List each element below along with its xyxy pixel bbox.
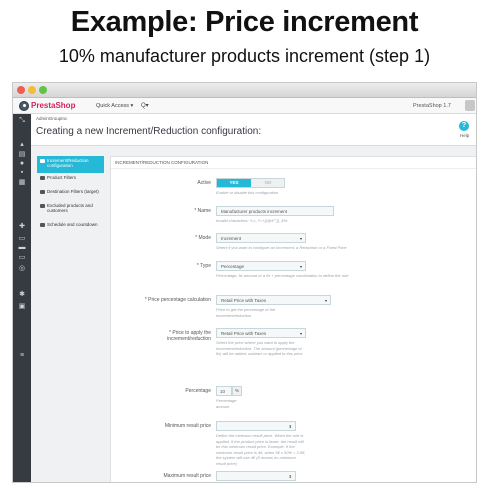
type-select[interactable]: Percentage ▾ xyxy=(216,261,306,271)
prestashop-logo-text[interactable]: PrestaShop xyxy=(31,101,75,110)
apply-label: * Price to apply the increment/reduction xyxy=(167,330,211,342)
active-yes-option[interactable]: YES xyxy=(217,179,251,187)
calc-select[interactable]: Retail Price with Taxes ▾ xyxy=(216,295,331,305)
apply-select[interactable]: Retail Price with Taxes ▾ xyxy=(216,328,306,338)
modules-icon[interactable]: ✚ xyxy=(18,223,26,230)
chevron-down-icon: ▾ xyxy=(299,264,302,269)
apply-help: Select the price where you want to apply… xyxy=(216,340,304,356)
search-icon[interactable]: Q▾ xyxy=(141,102,149,109)
max-price-label: Maximum result price xyxy=(163,473,211,479)
target-icon xyxy=(40,190,45,194)
panel-heading: INCREMENT/REDUCTION CONFIGURATION xyxy=(115,160,209,165)
name-label: * Name xyxy=(194,208,211,214)
tab-product-filters[interactable]: Product Filters xyxy=(37,173,104,187)
browser-window: PrestaShop Quick Access ▾ Q▾ PrestaShop … xyxy=(12,82,477,483)
customers-icon[interactable]: ● xyxy=(18,160,26,167)
active-label: Active xyxy=(197,180,211,186)
page-header: AdminGroupInc Creating a new Increment/R… xyxy=(31,114,476,146)
admin-sidebar: ⤡ ▴ ▤ ● ▪ ▦ ✚ ▭ ▬ ▭ ◎ ✱ ▣ ≡ xyxy=(13,114,31,482)
settings-gear-icon[interactable]: ✱ xyxy=(18,291,26,298)
advanced-icon[interactable]: ▣ xyxy=(18,303,26,310)
calc-value: Retail Price with Taxes xyxy=(221,298,267,303)
percentage-help: Percentage amount xyxy=(216,398,237,409)
tab-label: Destination Filters (target) xyxy=(47,189,99,194)
percent-addon: % xyxy=(232,386,242,396)
help-label[interactable]: Help xyxy=(460,133,469,138)
min-price-label: Minimum result price xyxy=(164,423,211,429)
percentage-label: Percentage xyxy=(185,388,211,394)
tab-destination-filters[interactable]: Destination Filters (target) xyxy=(37,187,104,201)
breadcrumb[interactable]: AdminGroupInc xyxy=(36,116,67,121)
name-input[interactable]: Manufacturer products increment xyxy=(216,206,334,216)
banner-header: Example: Price increment 10% manufacture… xyxy=(0,0,489,80)
tab-label: Increment/Reduction configuration xyxy=(47,158,89,168)
design-icon[interactable]: ▭ xyxy=(18,235,26,242)
tab-excluded-products[interactable]: Excluded products and customers xyxy=(37,201,104,220)
mode-label: * Mode xyxy=(195,235,211,241)
maximize-window-button[interactable] xyxy=(39,86,47,94)
messages-icon[interactable]: ▪ xyxy=(18,169,26,176)
payment-icon[interactable]: ▭ xyxy=(18,254,26,261)
min-price-help: Define the minimum result price. When th… xyxy=(216,433,306,466)
mode-help: Select if you want to configure an Incre… xyxy=(216,245,347,250)
tab-increment-reduction[interactable]: Increment/Reduction configuration xyxy=(37,156,104,173)
panel-divider xyxy=(111,168,476,169)
list-icon xyxy=(40,204,45,208)
mode-value: Increment xyxy=(221,236,242,241)
menu-icon[interactable]: ≡ xyxy=(18,352,26,359)
config-panel: INCREMENT/REDUCTION CONFIGURATION Active… xyxy=(110,156,476,482)
shipping-icon[interactable]: ▬ xyxy=(18,244,26,251)
stats-icon[interactable]: ▦ xyxy=(18,179,26,186)
calc-label: * Price percentage calculation xyxy=(144,297,211,303)
main-content: AdminGroupInc Creating a new Increment/R… xyxy=(31,114,476,482)
chevron-down-icon: ▾ xyxy=(299,331,302,336)
quick-access-menu[interactable]: Quick Access ▾ xyxy=(96,103,133,109)
admin-topbar: PrestaShop Quick Access ▾ Q▾ PrestaShop … xyxy=(13,98,476,114)
dashboard-icon[interactable]: ▴ xyxy=(18,141,26,148)
name-help: Invalid characters: !<>,;?=+()@#"°{}_$%: xyxy=(216,218,289,223)
page-title: Creating a new Increment/Reduction confi… xyxy=(36,126,262,137)
close-window-button[interactable] xyxy=(17,86,25,94)
active-toggle[interactable]: YES NO xyxy=(216,178,285,188)
mode-select[interactable]: Increment ▾ xyxy=(216,233,306,243)
tab-schedule[interactable]: Schedule and countdown xyxy=(37,220,104,234)
apply-value: Retail Price with Taxes xyxy=(221,331,267,336)
calc-help: Price to get the percentage of the incre… xyxy=(216,307,276,318)
type-label: * Type xyxy=(196,263,211,269)
active-help: Enable or disable this configuration xyxy=(216,190,279,195)
prestashop-logo-icon[interactable] xyxy=(19,101,29,111)
window-titlebar xyxy=(13,83,476,98)
help-icon[interactable]: ? xyxy=(459,121,469,131)
orders-icon[interactable]: ▤ xyxy=(18,151,26,158)
active-no-option[interactable]: NO xyxy=(251,179,285,187)
stepper-icon[interactable]: ⬍ xyxy=(289,424,292,429)
international-icon[interactable]: ◎ xyxy=(18,265,26,272)
stepper-icon[interactable]: ⬍ xyxy=(289,474,292,479)
chevron-down-icon: ▾ xyxy=(324,298,327,303)
type-help: Percentage, fix amount or a fix + percen… xyxy=(216,273,349,278)
version-label: PrestaShop 1.7 xyxy=(413,103,451,109)
min-price-input[interactable]: ⬍ xyxy=(216,421,296,431)
tab-label: Product Filters xyxy=(47,175,77,180)
banner-subtitle: 10% manufacturer products increment (ste… xyxy=(58,46,431,66)
filter-icon xyxy=(40,176,45,180)
collapse-icon[interactable]: ⤡ xyxy=(18,117,26,124)
avatar[interactable] xyxy=(465,100,475,111)
percentage-input[interactable]: 10 xyxy=(216,386,232,396)
max-price-input[interactable]: ⬍ xyxy=(216,471,296,481)
config-tabs: Increment/Reduction configuration Produc… xyxy=(37,156,104,234)
minimize-window-button[interactable] xyxy=(28,86,36,94)
banner-title: Example: Price increment xyxy=(70,6,419,38)
gear-icon xyxy=(40,159,45,163)
calendar-icon xyxy=(40,223,45,227)
tab-label: Schedule and countdown xyxy=(47,222,98,227)
tab-label: Excluded products and customers xyxy=(47,203,93,213)
type-value: Percentage xyxy=(221,264,245,269)
chevron-down-icon: ▾ xyxy=(299,236,302,241)
